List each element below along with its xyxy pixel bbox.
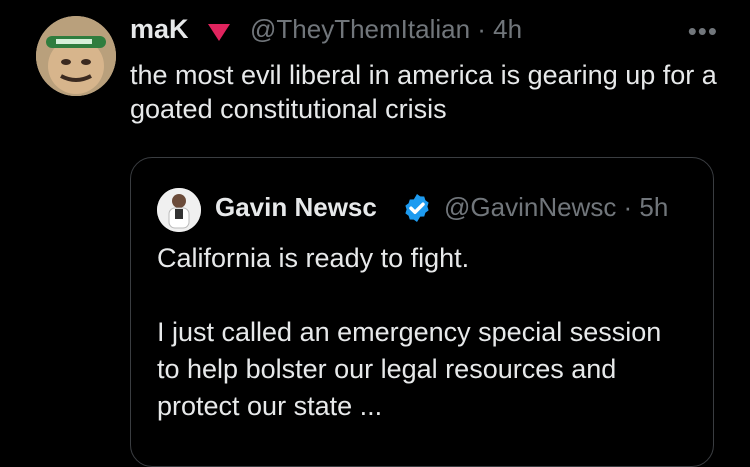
avatar-image — [36, 16, 116, 96]
tweet-text: the most evil liberal in america is gear… — [130, 60, 717, 124]
red-triangle-icon — [208, 24, 230, 41]
quoted-tweet[interactable]: Gavin Newsc @GavinNewsc · 5h California … — [130, 157, 714, 467]
author-avatar[interactable] — [36, 16, 116, 96]
quoted-author-avatar[interactable] — [157, 188, 201, 232]
avatar-image — [157, 188, 201, 232]
tweet-header: maK @TheyThemItalian · 4h ••• — [130, 14, 730, 48]
verified-icon — [405, 194, 429, 222]
quoted-author-name[interactable]: Gavin Newsc — [215, 192, 401, 223]
author-handle-time[interactable]: @TheyThemItalian · 4h — [250, 14, 522, 45]
quoted-tweet-text: California is ready to fight. I just cal… — [157, 243, 662, 421]
quoted-author-handle-time[interactable]: @GavinNewsc · 5h — [444, 192, 668, 223]
more-icon[interactable]: ••• — [688, 16, 718, 47]
author-name[interactable]: maK — [130, 14, 189, 45]
